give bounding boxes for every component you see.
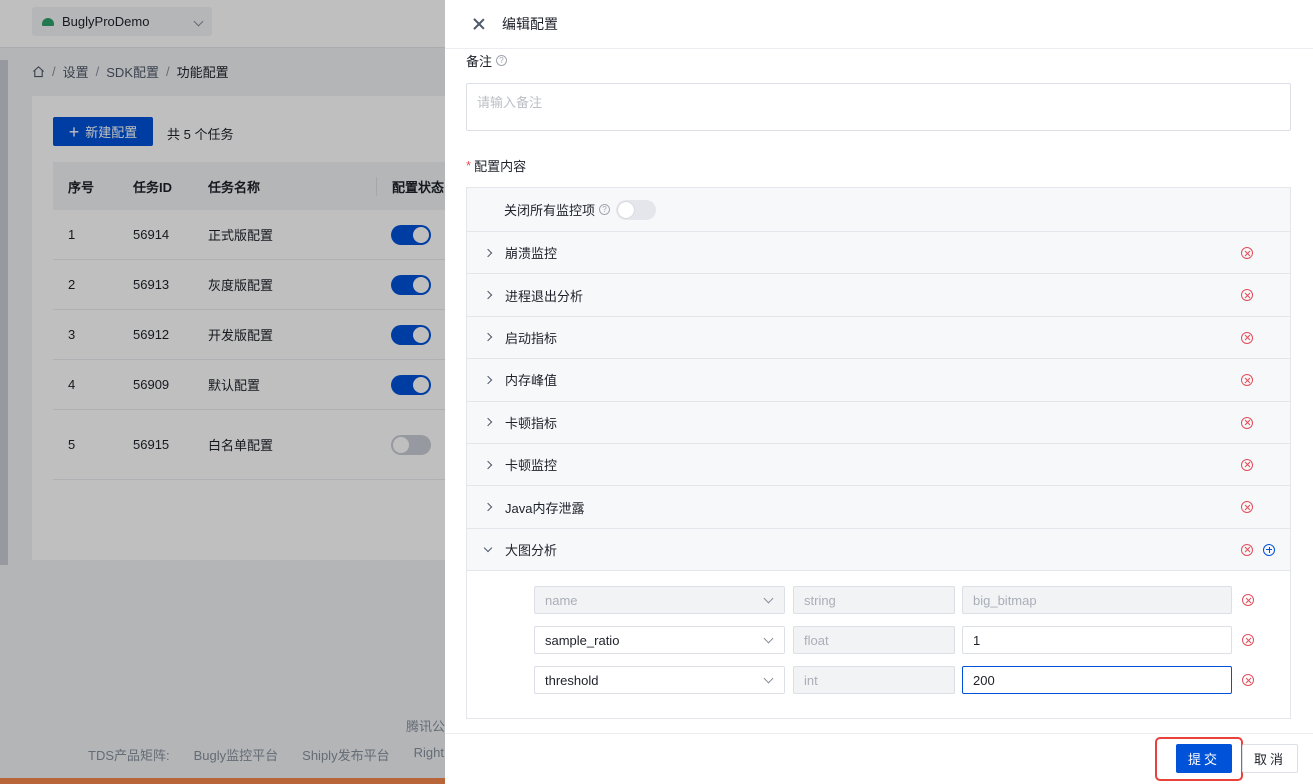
close-all-row: 关闭所有监控项 ?: [467, 188, 1290, 232]
config-content-label-text: 配置内容: [474, 159, 527, 174]
param-key: name: [545, 592, 578, 608]
chevron-down-icon: [483, 543, 493, 553]
remove-icon[interactable]: [1241, 374, 1253, 387]
param-row: sample_ratio float 1: [534, 626, 1284, 654]
help-icon[interactable]: ?: [496, 55, 508, 66]
param-key-select[interactable]: sample_ratio: [534, 626, 785, 654]
chevron-right-icon: [483, 290, 493, 300]
chevron-down-icon: [763, 633, 774, 644]
drawer-title: 编辑配置: [502, 16, 558, 32]
remove-icon[interactable]: [1242, 594, 1254, 606]
panel-title: 内存峰值: [505, 373, 558, 389]
drawer-header: 编辑配置: [445, 0, 1313, 49]
remove-icon[interactable]: [1241, 247, 1253, 259]
remark-label-text: 备注: [466, 54, 493, 69]
config-content-label: * 配置内容: [466, 156, 526, 175]
remove-icon[interactable]: [1241, 289, 1253, 302]
param-key-select[interactable]: name: [534, 586, 785, 614]
param-type-field: int: [793, 666, 955, 694]
param-row: threshold int 200: [534, 666, 1284, 694]
remove-icon[interactable]: [1242, 674, 1254, 686]
remove-icon[interactable]: [1241, 501, 1253, 514]
panel-title: 大图分析: [505, 542, 558, 558]
chevron-right-icon: [483, 418, 493, 427]
panel-crash-monitor[interactable]: 崩溃监控: [467, 232, 1290, 275]
param-key: threshold: [545, 672, 599, 688]
param-list: name string big_bitmap sample_ratio floa…: [467, 572, 1290, 718]
help-icon[interactable]: ?: [599, 204, 611, 215]
remove-icon[interactable]: [1241, 331, 1253, 344]
param-value-input[interactable]: big_bitmap: [962, 586, 1232, 614]
required-mark: *: [466, 158, 472, 173]
panel-title: Java内存泄露: [505, 500, 585, 516]
param-row: name string big_bitmap: [534, 586, 1284, 614]
submit-button[interactable]: 提交: [1176, 744, 1232, 773]
remove-icon[interactable]: [1241, 458, 1253, 471]
panel-java-leak[interactable]: Java内存泄露: [467, 486, 1290, 529]
add-icon[interactable]: [1263, 543, 1275, 556]
config-content-box: 关闭所有监控项 ? 崩溃监控 进程退出分析 启动指标 内存峰值 卡顿指标 卡顿监…: [466, 187, 1291, 719]
panel-memory-peak[interactable]: 内存峰值: [467, 359, 1290, 402]
close-all-label: 关闭所有监控项: [504, 203, 596, 218]
chevron-right-icon: [483, 333, 493, 342]
chevron-right-icon: [483, 248, 493, 257]
remark-textarea[interactable]: [466, 83, 1291, 131]
chevron-down-icon: [763, 593, 774, 604]
chevron-down-icon: [763, 673, 774, 684]
panel-lag-monitor[interactable]: 卡顿监控: [467, 443, 1290, 487]
chevron-right-icon: [483, 502, 493, 512]
chevron-right-icon: [483, 460, 493, 469]
remove-icon[interactable]: [1242, 634, 1254, 646]
panel-launch-metrics[interactable]: 启动指标: [467, 316, 1290, 360]
panel-exit-analysis[interactable]: 进程退出分析: [467, 274, 1290, 317]
panel-big-image-analysis[interactable]: 大图分析: [467, 528, 1290, 572]
close-icon[interactable]: [472, 17, 486, 31]
panel-title: 进程退出分析: [505, 288, 584, 304]
panel-lag-metrics[interactable]: 卡顿指标: [467, 401, 1290, 444]
param-key: sample_ratio: [545, 632, 620, 648]
param-value-input[interactable]: 200: [962, 666, 1232, 694]
remove-icon[interactable]: [1241, 543, 1253, 556]
cancel-button[interactable]: 取消: [1242, 744, 1298, 773]
remark-label: 备注 ?: [466, 51, 508, 70]
panel-title: 卡顿监控: [505, 458, 558, 474]
param-key-select[interactable]: threshold: [534, 666, 785, 694]
param-value-input[interactable]: 1: [962, 626, 1232, 654]
param-type-field: string: [793, 586, 955, 614]
chevron-right-icon: [483, 375, 493, 385]
close-all-toggle[interactable]: [616, 199, 657, 220]
edit-config-drawer: 编辑配置 备注 ? * 配置内容 关闭所有监控项 ? 崩溃监控 进程退出分析 启…: [445, 0, 1313, 784]
panel-title: 启动指标: [505, 330, 558, 346]
panel-title: 崩溃监控: [505, 246, 558, 262]
param-type-field: float: [793, 626, 955, 654]
panel-title: 卡顿指标: [505, 415, 558, 431]
drawer-footer: 提交 取消: [445, 733, 1313, 784]
remove-icon[interactable]: [1241, 416, 1253, 429]
